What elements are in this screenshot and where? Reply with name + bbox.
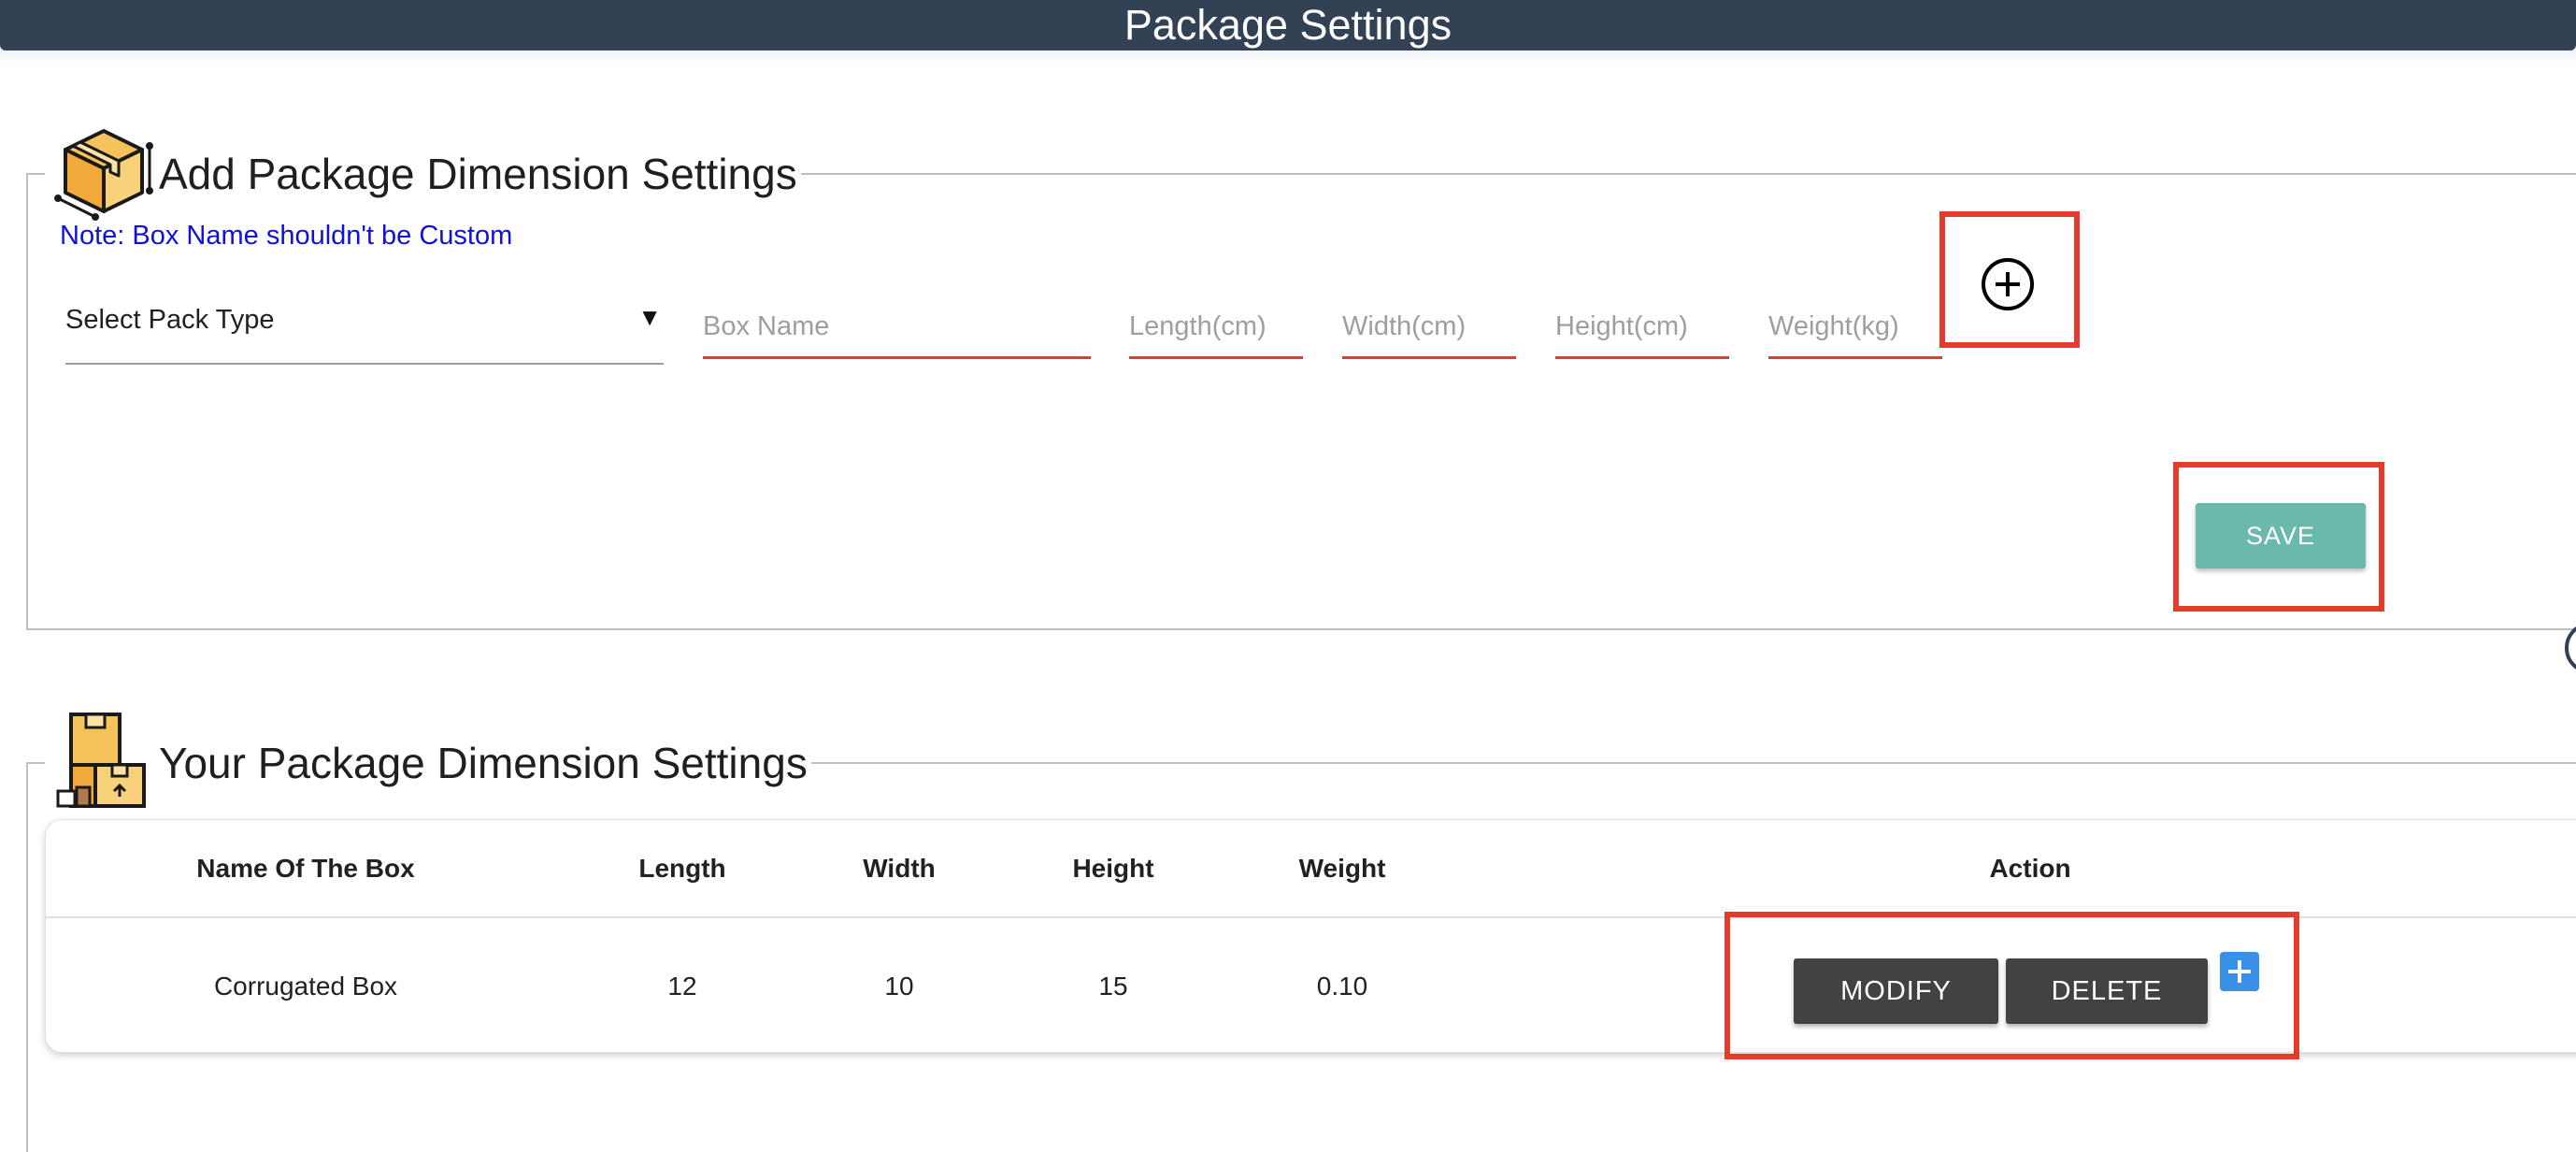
plus-circle-icon[interactable] xyxy=(1982,258,2034,310)
modify-button[interactable]: MODIFY xyxy=(1794,958,1998,1024)
delete-button[interactable]: DELETE xyxy=(2006,958,2208,1024)
header-weight: Weight xyxy=(1298,854,1386,883)
header-shadow xyxy=(0,50,2576,64)
header-length: Length xyxy=(638,854,726,883)
save-button[interactable]: SAVE xyxy=(2196,503,2366,569)
package-box-icon xyxy=(54,122,153,225)
cell-box-name: Corrugated Box xyxy=(213,972,398,1001)
list-panel-legend: Your Package Dimension Settings xyxy=(45,711,811,814)
page-header: Package Settings xyxy=(0,0,2576,50)
width-field xyxy=(1342,297,1516,363)
cell-height: 15 xyxy=(1098,972,1128,1001)
width-input[interactable] xyxy=(1342,297,1516,359)
page-title: Package Settings xyxy=(1123,1,1453,49)
length-field xyxy=(1129,297,1303,363)
header-name: Name Of The Box xyxy=(196,854,415,883)
pack-type-select[interactable]: Select Pack Type ▼ xyxy=(65,297,664,365)
height-input[interactable] xyxy=(1555,297,1729,359)
cell-weight: 0.10 xyxy=(1316,972,1368,1001)
stacked-boxes-icon xyxy=(54,711,153,814)
length-input[interactable] xyxy=(1129,297,1303,359)
cell-width: 10 xyxy=(884,972,914,1001)
cell-length: 12 xyxy=(667,972,697,1001)
weight-input[interactable] xyxy=(1768,297,1942,359)
box-name-field xyxy=(703,297,1091,363)
dropdown-caret-icon: ▼ xyxy=(637,303,662,331)
box-name-note: Note: Box Name shouldn't be Custom xyxy=(60,221,513,251)
header-action: Action xyxy=(1989,854,2071,883)
weight-field xyxy=(1768,297,1942,363)
box-name-input[interactable] xyxy=(703,297,1091,359)
pack-type-select-value: Select Pack Type xyxy=(65,305,275,335)
list-panel-title: Your Package Dimension Settings xyxy=(159,738,808,787)
add-panel-title: Add Package Dimension Settings xyxy=(159,149,797,198)
header-width: Width xyxy=(863,854,936,883)
height-field xyxy=(1555,297,1729,363)
add-panel-legend: Add Package Dimension Settings xyxy=(45,122,801,225)
plus-square-icon[interactable] xyxy=(2220,952,2259,991)
header-height: Height xyxy=(1072,854,1154,883)
